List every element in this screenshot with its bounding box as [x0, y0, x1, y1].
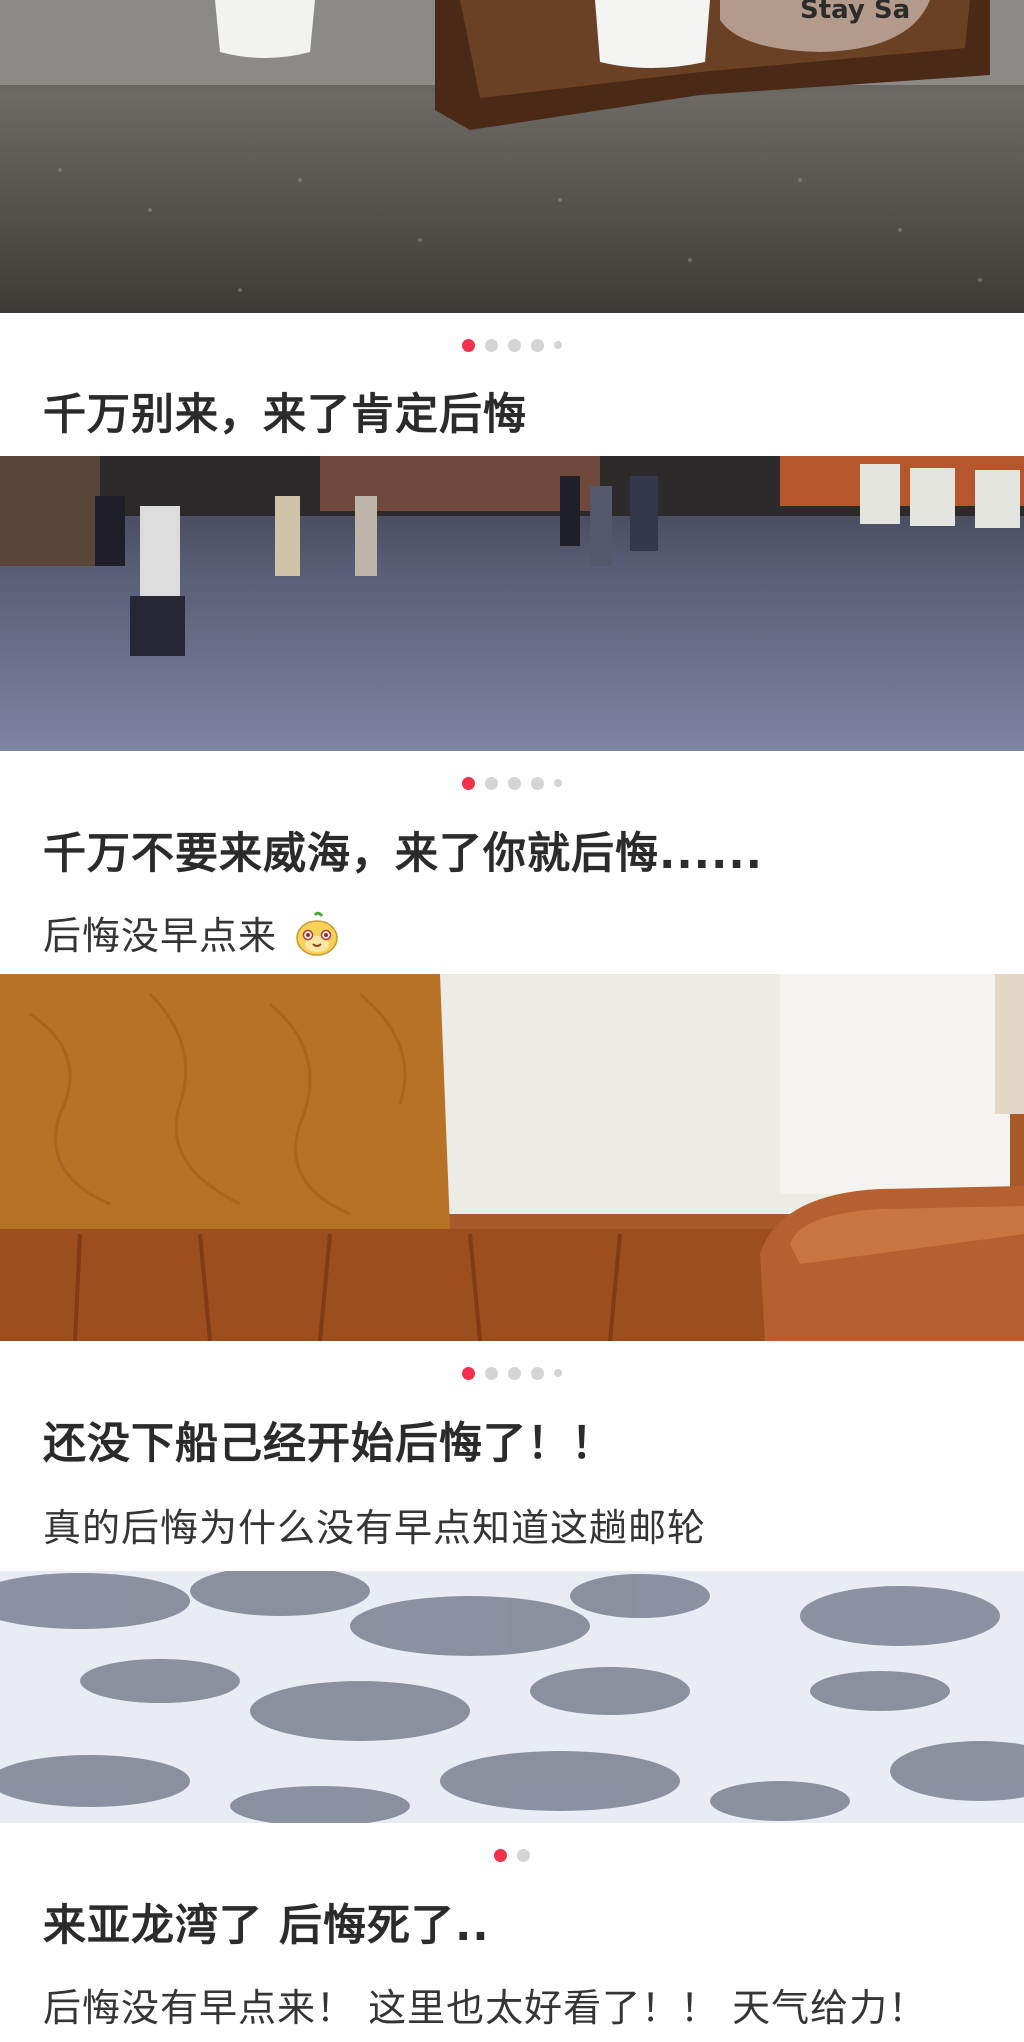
carousel-dot[interactable]	[508, 338, 521, 352]
carousel-indicator[interactable]	[0, 776, 1024, 790]
carousel-dot[interactable]	[485, 338, 498, 352]
carousel-indicator[interactable]	[0, 338, 1024, 352]
post-description[interactable]: 后悔没早点来	[43, 910, 994, 962]
carousel-dot[interactable]	[531, 338, 544, 352]
carousel-indicator[interactable]	[0, 1366, 1024, 1380]
carousel-dot[interactable]	[485, 1366, 498, 1380]
carousel-dot[interactable]	[517, 1848, 530, 1862]
carousel-dot[interactable]	[554, 1369, 562, 1377]
carousel-dot[interactable]	[508, 776, 521, 790]
post-image-coffee[interactable]: Stay Sa	[0, 0, 1024, 313]
svg-text:Stay Sa: Stay Sa	[800, 0, 910, 25]
carousel-dot-active[interactable]	[462, 1366, 475, 1380]
post-image-bed[interactable]	[0, 974, 1024, 1341]
carousel-dot[interactable]	[508, 1366, 521, 1380]
post-image-sea-foam[interactable]	[0, 1571, 1024, 1823]
post-title[interactable]: 千万别来，来了肯定后悔	[43, 387, 994, 443]
post-title[interactable]: 来亚龙湾了 后悔死了..	[43, 1898, 994, 1954]
post-description[interactable]: 后悔没有早点来！ 这里也太好看了！！ 天气给力！	[43, 1982, 994, 2034]
post-title[interactable]: 千万不要来威海，来了你就后悔......	[43, 826, 994, 882]
carousel-dot[interactable]	[485, 776, 498, 790]
carousel-dot[interactable]	[554, 779, 562, 787]
carousel-dot-active[interactable]	[494, 1848, 507, 1862]
carousel-dot[interactable]	[531, 1366, 544, 1380]
post-description[interactable]: 真的后悔为什么没有早点知道这趟邮轮	[43, 1502, 994, 1554]
carousel-dot-active[interactable]	[462, 338, 475, 352]
carousel-indicator[interactable]	[0, 1848, 1024, 1862]
post-description-text: 后悔没早点来	[43, 914, 278, 958]
post-image-street[interactable]	[0, 456, 1024, 751]
carousel-dot[interactable]	[531, 776, 544, 790]
post-title[interactable]: 还没下船己经开始后悔了！！	[43, 1416, 994, 1472]
smiling-face-emoji-icon	[296, 911, 338, 956]
carousel-dot-active[interactable]	[462, 776, 475, 790]
carousel-dot[interactable]	[554, 341, 562, 349]
